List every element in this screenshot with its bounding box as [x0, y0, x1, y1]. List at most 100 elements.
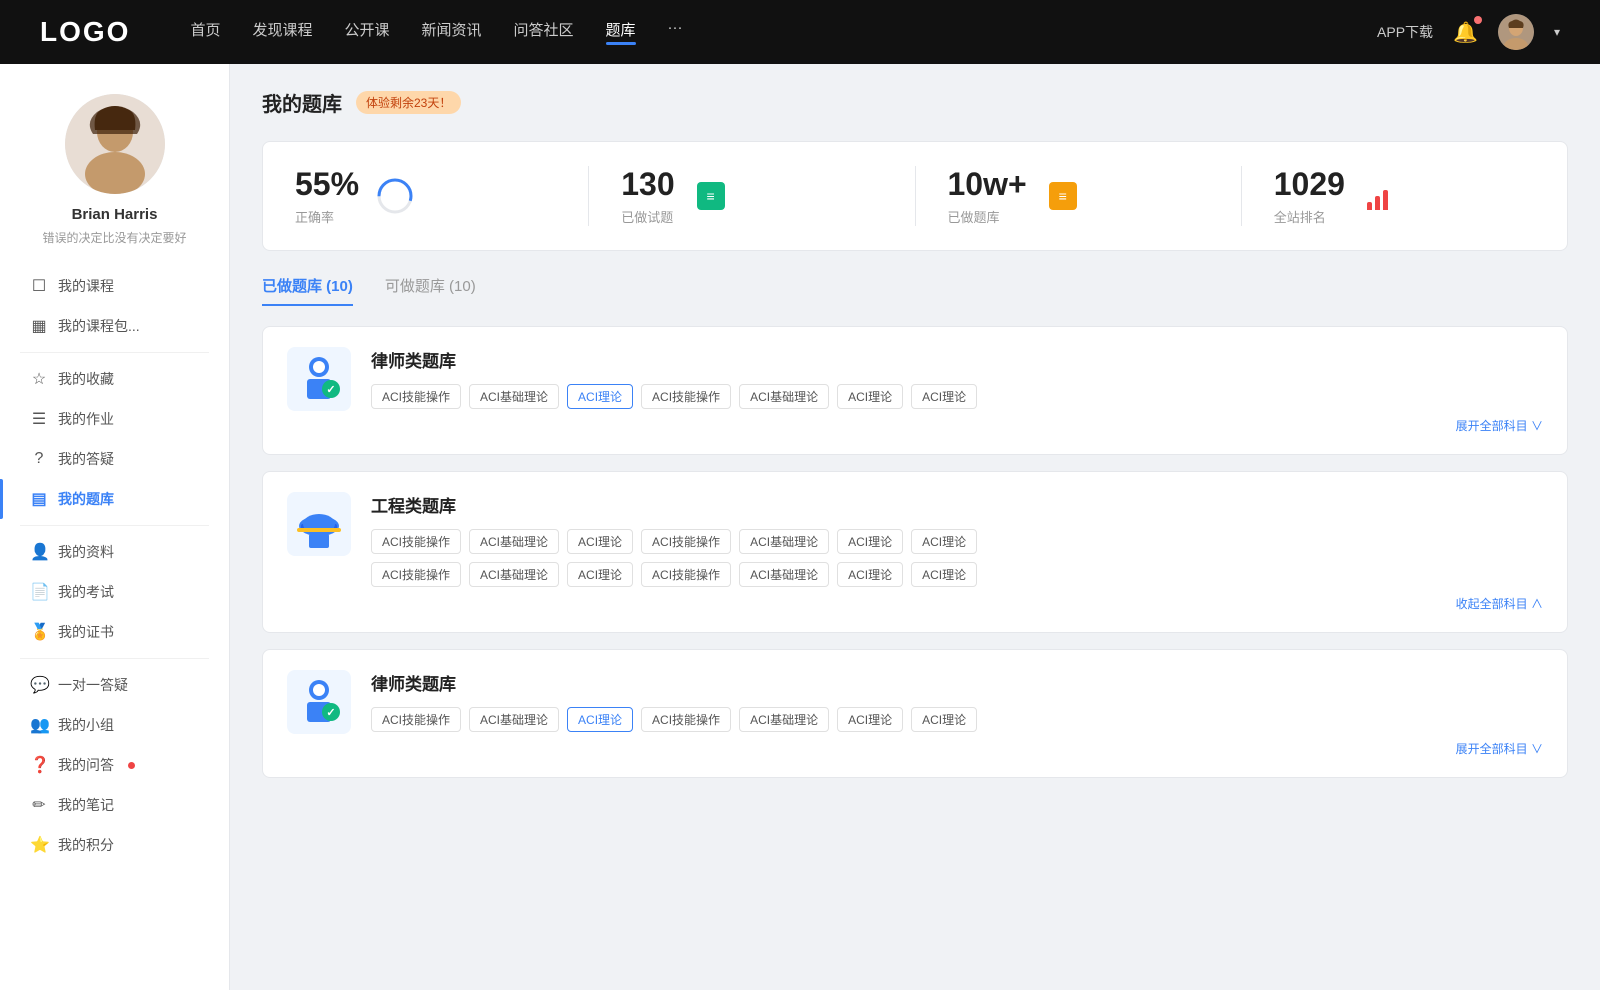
tag[interactable]: ACI理论	[837, 529, 903, 554]
sidebar-item-label: 我的课程	[58, 276, 114, 296]
tag[interactable]: ACI技能操作	[371, 707, 461, 732]
tag[interactable]: ACI基础理论	[469, 562, 559, 587]
sidebar-item-notes[interactable]: ✏ 我的笔记	[0, 785, 229, 825]
tag[interactable]: ACI理论	[567, 562, 633, 587]
tag[interactable]: ACI理论	[911, 384, 977, 409]
qbank-content: 律师类题库 ACI技能操作 ACI基础理论 ACI理论 ACI技能操作 ACI基…	[371, 670, 1543, 757]
nav-qa[interactable]: 问答社区	[514, 19, 574, 45]
tag[interactable]: ACI技能操作	[641, 384, 731, 409]
notes-icon: ✏	[30, 795, 48, 815]
homework-icon: ☰	[30, 409, 48, 429]
tag[interactable]: ACI理论	[837, 384, 903, 409]
sidebar-item-homework[interactable]: ☰ 我的作业	[0, 399, 229, 439]
tag[interactable]: ACI理论	[911, 707, 977, 732]
nav-news[interactable]: 新闻资讯	[422, 19, 482, 45]
tag[interactable]: ACI基础理论	[469, 529, 559, 554]
sidebar-item-group[interactable]: 👥 我的小组	[0, 705, 229, 745]
qbank-header: 工程类题库 ACI技能操作 ACI基础理论 ACI理论 ACI技能操作 ACI基…	[287, 492, 1543, 612]
tag[interactable]: ACI技能操作	[641, 562, 731, 587]
expand-link[interactable]: 展开全部科目 ∨	[371, 740, 1543, 757]
svg-text:✓: ✓	[326, 384, 335, 396]
nav-question-bank[interactable]: 题库	[606, 19, 636, 45]
course-package-icon: ▦	[30, 316, 48, 336]
sidebar-item-favorites[interactable]: ☆ 我的收藏	[0, 359, 229, 399]
top-navigation: LOGO 首页 发现课程 公开课 新闻资讯 问答社区 题库 ··· APP下载 …	[0, 0, 1600, 64]
certificate-icon: 🏅	[30, 622, 48, 642]
tag[interactable]: ACI基础理论	[739, 384, 829, 409]
user-menu-chevron[interactable]: ▾	[1554, 25, 1560, 39]
stat-accuracy-text: 55% 正确率	[295, 166, 359, 226]
sidebar-item-points[interactable]: ⭐ 我的积分	[0, 825, 229, 865]
my-qa-icon: ❓	[30, 755, 48, 775]
tag[interactable]: ACI基础理论	[739, 707, 829, 732]
accuracy-icon	[375, 176, 415, 216]
stat-value: 10w+	[948, 166, 1027, 203]
star-icon: ☆	[30, 369, 48, 389]
one-on-one-icon: 💬	[30, 675, 48, 695]
sidebar-item-exam[interactable]: 📄 我的考试	[0, 572, 229, 612]
tag[interactable]: ACI技能操作	[371, 384, 461, 409]
notification-badge	[1474, 16, 1482, 24]
stat-value: 55%	[295, 166, 359, 203]
nav-more[interactable]: ···	[668, 19, 683, 45]
stat-done-text: 130 已做试题	[621, 166, 674, 226]
sidebar-item-one-on-one[interactable]: 💬 一对一答疑	[0, 665, 229, 705]
app-download[interactable]: APP下载	[1377, 22, 1433, 42]
bar-chart-icon	[1367, 182, 1395, 210]
sidebar-item-my-course[interactable]: ☐ 我的课程	[0, 266, 229, 306]
sidebar-divider-1	[20, 352, 209, 353]
done-questions-icon: ≡	[691, 176, 731, 216]
tag-active[interactable]: ACI理论	[567, 384, 633, 409]
nav-home[interactable]: 首页	[190, 19, 220, 45]
question-bank-icon: ▤	[30, 489, 48, 509]
sidebar-item-my-qa[interactable]: ❓ 我的问答	[0, 745, 229, 785]
stat-accuracy: 55% 正确率	[263, 166, 589, 226]
tag[interactable]: ACI理论	[567, 529, 633, 554]
qbank-icon-engineer	[287, 492, 351, 556]
tag[interactable]: ACI技能操作	[641, 529, 731, 554]
tag[interactable]: ACI基础理论	[469, 707, 559, 732]
stats-row: 55% 正确率 130 已做试题 ≡	[262, 141, 1568, 251]
tag[interactable]: ACI基础理论	[739, 562, 829, 587]
sidebar-item-label: 我的考试	[58, 582, 114, 602]
tag[interactable]: ACI技能操作	[371, 562, 461, 587]
sidebar-item-profile[interactable]: 👤 我的资料	[0, 532, 229, 572]
collapse-link[interactable]: 收起全部科目 ∧	[371, 595, 1543, 612]
qbank-header: ✓ 律师类题库 ACI技能操作 ACI基础理论 ACI理论 ACI技能操作 AC…	[287, 670, 1543, 757]
qbank-title: 律师类题库	[371, 670, 1543, 695]
tags-row: ACI技能操作 ACI基础理论 ACI理论 ACI技能操作 ACI基础理论 AC…	[371, 707, 1543, 732]
tag[interactable]: ACI理论	[837, 562, 903, 587]
tag[interactable]: ACI基础理论	[469, 384, 559, 409]
page-title: 我的题库	[262, 88, 342, 117]
profile-icon: 👤	[30, 542, 48, 562]
tag-active[interactable]: ACI理论	[567, 707, 633, 732]
exam-icon: 📄	[30, 582, 48, 602]
stat-banks-text: 10w+ 已做题库	[948, 166, 1027, 226]
tab-done-banks[interactable]: 已做题库 (10)	[262, 275, 353, 306]
tag[interactable]: ACI理论	[911, 529, 977, 554]
qbank-card-lawyer-2: ✓ 律师类题库 ACI技能操作 ACI基础理论 ACI理论 ACI技能操作 AC…	[262, 649, 1568, 778]
sidebar-item-certificate[interactable]: 🏅 我的证书	[0, 612, 229, 652]
stat-ranking-text: 1029 全站排名	[1274, 166, 1345, 226]
done-banks-icon: ≡	[1043, 176, 1083, 216]
expand-link[interactable]: 展开全部科目 ∨	[371, 417, 1543, 434]
sidebar-divider-3	[20, 658, 209, 659]
tags-row: ACI技能操作 ACI基础理论 ACI理论 ACI技能操作 ACI基础理论 AC…	[371, 384, 1543, 409]
user-avatar[interactable]	[1498, 14, 1534, 50]
tag[interactable]: ACI理论	[911, 562, 977, 587]
nav-discover[interactable]: 发现课程	[252, 19, 312, 45]
tag[interactable]: ACI技能操作	[641, 707, 731, 732]
sidebar: Brian Harris 错误的决定比没有决定要好 ☐ 我的课程 ▦ 我的课程包…	[0, 64, 230, 990]
sidebar-item-label: 我的小组	[58, 715, 114, 735]
tabs-row: 已做题库 (10) 可做题库 (10)	[262, 275, 1568, 306]
sidebar-item-qa[interactable]: ? 我的答疑	[0, 439, 229, 479]
nav-public-course[interactable]: 公开课	[344, 19, 389, 45]
sidebar-item-question-bank[interactable]: ▤ 我的题库	[0, 479, 229, 519]
tab-available-banks[interactable]: 可做题库 (10)	[385, 275, 476, 306]
sidebar-item-course-package[interactable]: ▦ 我的课程包...	[0, 306, 229, 346]
tag[interactable]: ACI技能操作	[371, 529, 461, 554]
tag[interactable]: ACI基础理论	[739, 529, 829, 554]
yellow-square-icon: ≡	[1049, 182, 1077, 210]
notification-bell[interactable]: 🔔	[1453, 20, 1478, 45]
tag[interactable]: ACI理论	[837, 707, 903, 732]
